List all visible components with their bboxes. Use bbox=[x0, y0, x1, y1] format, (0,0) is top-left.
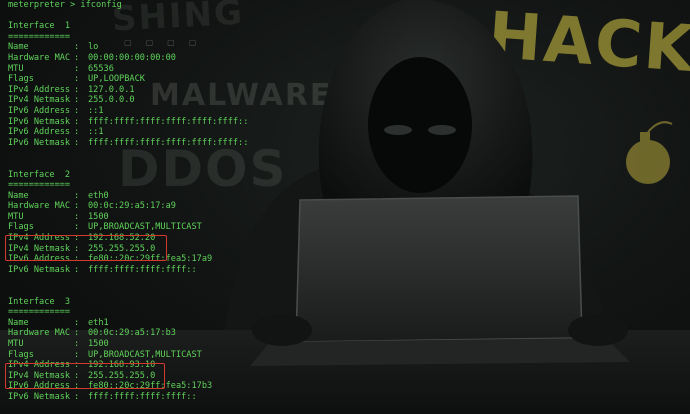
interface-rule: ============ bbox=[8, 31, 71, 42]
field-key: Hardware MAC bbox=[8, 328, 71, 339]
interface-field-row: Hardware MAC:00:0c:29:a5:17:b3 bbox=[8, 328, 248, 339]
bomb-icon bbox=[626, 121, 673, 184]
field-separator: : bbox=[74, 105, 80, 116]
field-value: ffff:ffff:ffff:ffff:: bbox=[88, 264, 197, 275]
field-separator: : bbox=[74, 264, 80, 275]
field-separator: : bbox=[74, 127, 80, 138]
field-key: IPv4 Address bbox=[8, 84, 71, 95]
field-key: IPv6 Netmask bbox=[8, 391, 71, 402]
field-value: 1500 bbox=[88, 339, 109, 349]
field-separator: : bbox=[74, 84, 80, 95]
interface-field-row: Flags: UP,BROADCAST,MULTICAST bbox=[8, 222, 248, 233]
field-value: ffff:ffff:ffff:ffff:ffff:ffff:: bbox=[88, 116, 249, 127]
screenshot-canvas: SHING MALWARE DDOS HACK ▢ ▢ ▢ ▢ meterpre… bbox=[0, 0, 690, 414]
interface-field-row: Name: lo bbox=[8, 42, 248, 53]
interface-field-row: MTU:1500 bbox=[8, 339, 248, 350]
interface-field-row: Hardware MAC:00:0c:29:a5:17:a9 bbox=[8, 201, 248, 212]
field-value: 00:0c:29:a5:17:b3 bbox=[88, 328, 176, 339]
interface-field-row: MTU:1500 bbox=[8, 212, 248, 223]
field-separator: : bbox=[74, 222, 80, 233]
interface-field-row: IPv6 Netmask: ffff:ffff:ffff:ffff:ffff:ff… bbox=[8, 138, 248, 149]
field-key: Name bbox=[8, 42, 29, 53]
field-value: eth1 bbox=[88, 317, 109, 328]
field-separator: : bbox=[74, 317, 80, 328]
field-separator: : bbox=[74, 339, 80, 349]
field-value: 127.0.0.1 bbox=[88, 84, 135, 95]
field-separator: : bbox=[74, 95, 80, 106]
field-separator: : bbox=[74, 74, 80, 85]
terminal-prompt: meterpreter > ifconfig bbox=[8, 0, 122, 10]
field-separator: : bbox=[74, 52, 80, 63]
field-key: Flags bbox=[8, 74, 34, 85]
field-value: 1500 bbox=[88, 211, 109, 222]
interface-field-row: Name: eth0 bbox=[8, 191, 248, 202]
field-key: IPv6 Netmask bbox=[8, 116, 71, 127]
field-key: Hardware MAC bbox=[8, 201, 71, 212]
field-key: IPv6 Address bbox=[8, 105, 71, 116]
field-key: MTU bbox=[8, 211, 24, 222]
field-separator: : bbox=[74, 63, 80, 74]
terminal-output: meterpreter > ifconfig Interface 1 ======… bbox=[8, 0, 248, 403]
interface-field-row: IPv6 Address:::1 bbox=[8, 106, 248, 117]
interface-field-row: IPv6 Netmask: ffff:ffff:ffff:ffff:: bbox=[8, 265, 248, 276]
field-separator: : bbox=[74, 391, 80, 402]
field-value: UP,BROADCAST,MULTICAST bbox=[88, 349, 202, 360]
field-value: 255.0.0.0 bbox=[88, 95, 135, 106]
field-key: Name bbox=[8, 190, 29, 201]
interface-rule: ============ bbox=[8, 180, 71, 191]
field-key: Hardware MAC bbox=[8, 52, 71, 63]
field-key: IPv6 Address bbox=[8, 127, 71, 138]
interface-field-row: IPv6 Netmask: ffff:ffff:ffff:ffff:: bbox=[8, 392, 248, 403]
field-value: ffff:ffff:ffff:ffff:: bbox=[88, 391, 197, 402]
interface-field-row: Flags: UP,BROADCAST,MULTICAST bbox=[8, 350, 248, 361]
field-value: lo bbox=[88, 42, 99, 53]
interface-field-row: Hardware MAC:00:00:00:00:00:00 bbox=[8, 53, 248, 64]
field-key: Flags bbox=[8, 349, 34, 360]
field-separator: : bbox=[74, 116, 80, 127]
field-value: ::1 bbox=[88, 105, 104, 116]
field-value: 65536 bbox=[88, 63, 114, 74]
field-key: Flags bbox=[8, 222, 34, 233]
interface-header: Interface 2 bbox=[8, 169, 71, 180]
field-value: UP,LOOPBACK bbox=[88, 74, 145, 85]
interface-field-row: Name: eth1 bbox=[8, 318, 248, 329]
field-value: 00:00:00:00:00:00 bbox=[88, 52, 176, 63]
field-key: MTU bbox=[8, 63, 24, 74]
field-separator: : bbox=[74, 349, 80, 360]
field-key: IPv6 Netmask bbox=[8, 264, 71, 275]
highlight-box-eth1-ipv4 bbox=[5, 363, 165, 389]
field-value: 00:0c:29:a5:17:a9 bbox=[88, 201, 176, 212]
interface-field-row: IPv4 Netmask:255.0.0.0 bbox=[8, 95, 248, 106]
interface-field-row: Flags: UP,LOOPBACK bbox=[8, 74, 248, 85]
interface-rule: ============ bbox=[8, 307, 71, 318]
field-value: ::1 bbox=[88, 127, 104, 138]
field-value: eth0 bbox=[88, 190, 109, 201]
interface-field-row: MTU:65536 bbox=[8, 64, 248, 75]
field-key: Name bbox=[8, 317, 29, 328]
field-separator: : bbox=[74, 201, 80, 212]
interface-header: Interface 1 bbox=[8, 21, 71, 32]
field-separator: : bbox=[74, 211, 80, 222]
highlight-box-eth0-ipv4 bbox=[5, 235, 167, 261]
field-key: IPv6 Netmask bbox=[8, 137, 71, 148]
field-separator: : bbox=[74, 328, 80, 339]
field-value: UP,BROADCAST,MULTICAST bbox=[88, 222, 202, 233]
field-key: MTU bbox=[8, 339, 24, 349]
field-separator: : bbox=[74, 42, 80, 53]
interface-field-row: IPv6 Address:::1 bbox=[8, 127, 248, 138]
interface-field-row: IPv4 Address:127.0.0.1 bbox=[8, 85, 248, 96]
field-value: ffff:ffff:ffff:ffff:ffff:ffff:: bbox=[88, 137, 249, 148]
interface-field-row: IPv6 Netmask: ffff:ffff:ffff:ffff:ffff:ff… bbox=[8, 117, 248, 128]
interface-header: Interface 3 bbox=[8, 296, 71, 307]
field-separator: : bbox=[74, 137, 80, 148]
field-key: IPv4 Netmask bbox=[8, 95, 71, 106]
field-separator: : bbox=[74, 190, 80, 201]
